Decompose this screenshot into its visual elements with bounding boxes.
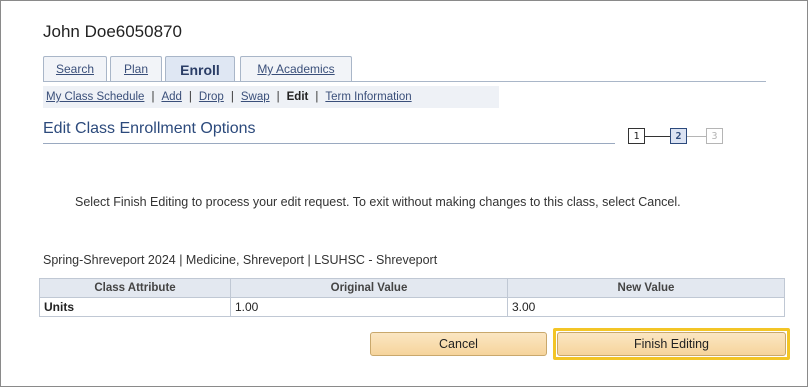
subnav-separator: | [151, 91, 155, 103]
tab-plan[interactable]: Plan [110, 56, 162, 81]
original-value-cell: 1.00 [230, 297, 508, 317]
table-row: Units 1.00 3.00 [39, 297, 785, 317]
step-connector [645, 136, 670, 137]
column-header-original-value: Original Value [230, 278, 508, 298]
subnav-separator: | [276, 91, 280, 103]
subnav-swap[interactable]: Swap [241, 91, 270, 103]
tab-enroll[interactable]: Enroll [165, 56, 235, 82]
page-title: Edit Class Enrollment Options [43, 120, 256, 137]
subnav-term-information[interactable]: Term Information [325, 91, 411, 103]
step-1: 1 [628, 128, 645, 144]
subnav-add[interactable]: Add [161, 91, 181, 103]
sub-navigation: My Class Schedule | Add | Drop | Swap | … [43, 86, 499, 108]
cancel-button[interactable]: Cancel [370, 332, 547, 356]
title-divider [43, 143, 615, 144]
subnav-separator: | [315, 91, 319, 103]
tab-search[interactable]: Search [43, 56, 107, 81]
step-indicator: 1 2 3 [628, 128, 728, 148]
user-name: John Doe6050870 [43, 22, 182, 41]
tab-my-academics[interactable]: My Academics [240, 56, 352, 81]
column-header-class-attribute: Class Attribute [39, 278, 231, 298]
subnav-drop[interactable]: Drop [199, 91, 224, 103]
step-connector [687, 136, 706, 137]
step-3: 3 [706, 128, 723, 144]
class-attribute-table: Class Attribute Original Value New Value… [39, 278, 785, 317]
step-2: 2 [670, 128, 687, 144]
finish-editing-button[interactable]: Finish Editing [557, 332, 786, 356]
instructions-text: Select Finish Editing to process your ed… [75, 195, 681, 209]
term-info: Spring-Shreveport 2024 | Medicine, Shrev… [43, 253, 438, 267]
subnav-separator: | [188, 91, 192, 103]
table-header-row: Class Attribute Original Value New Value [39, 278, 785, 298]
subnav-separator: | [230, 91, 234, 103]
tab-divider [43, 81, 766, 82]
column-header-new-value: New Value [507, 278, 785, 298]
subnav-my-class-schedule[interactable]: My Class Schedule [46, 91, 144, 103]
new-value-cell: 3.00 [507, 297, 785, 317]
attribute-name-cell: Units [39, 297, 231, 317]
subnav-edit: Edit [286, 91, 309, 103]
